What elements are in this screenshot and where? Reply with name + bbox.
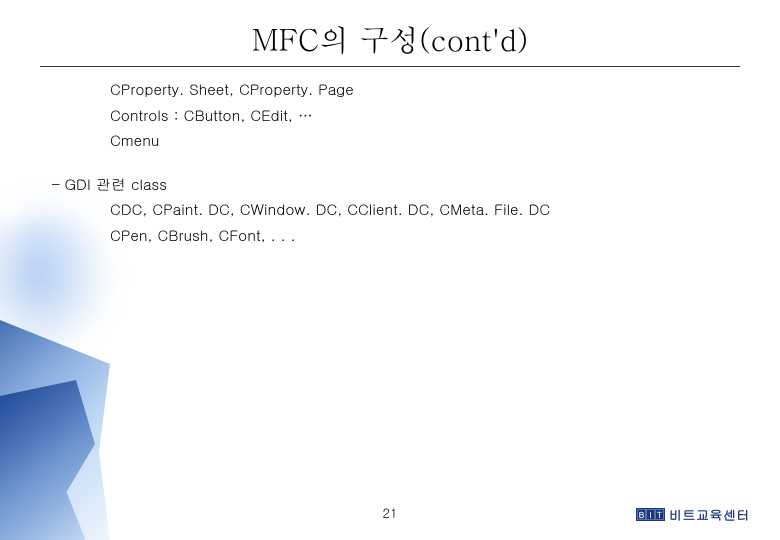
- footer-logo: B I T 비트교육센터: [636, 505, 750, 524]
- content-line: CDC, CPaint. DC, CWindow. DC, CClient. D…: [110, 197, 720, 223]
- slide-title: MFC의 구성(cont'd): [0, 0, 780, 66]
- section-header: – GDI 관련 class: [52, 172, 720, 198]
- logo-letter: I: [646, 509, 655, 520]
- body-text: CProperty. Sheet, CProperty. Page Contro…: [0, 67, 780, 248]
- content-line: Controls : CButton, CEdit, …: [110, 103, 720, 129]
- logo-letter: T: [655, 509, 664, 520]
- content-line: CPen, CBrush, CFont, . . .: [110, 223, 720, 249]
- slide-content: MFC의 구성(cont'd) CProperty. Sheet, CPrope…: [0, 0, 780, 540]
- page-number: 21: [383, 503, 398, 522]
- logo-box-icon: B I T: [636, 508, 665, 521]
- logo-letter: B: [637, 509, 646, 520]
- content-line: Cmenu: [110, 128, 720, 154]
- logo-text: 비트교육센터: [669, 505, 750, 524]
- content-line: CProperty. Sheet, CProperty. Page: [110, 77, 720, 103]
